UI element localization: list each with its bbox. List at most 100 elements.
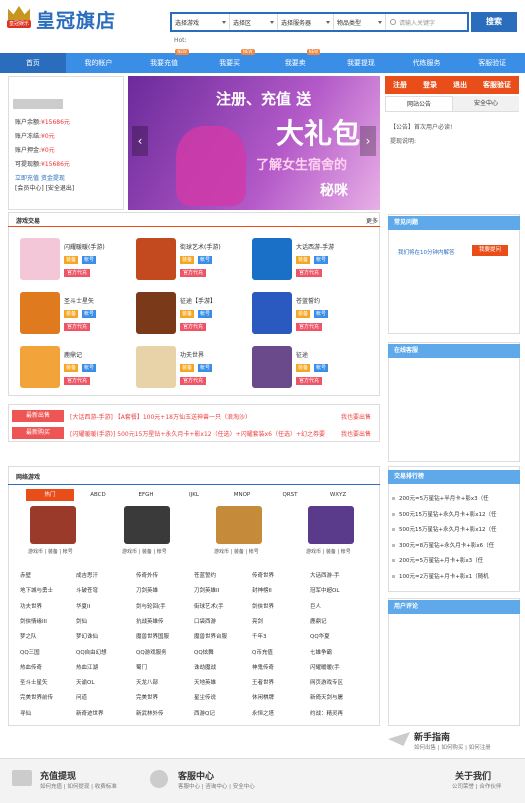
game-name[interactable]: 苍蓝誓约 — [296, 296, 320, 305]
about-links[interactable]: 公司荣誉 | 合作伙伴 — [452, 782, 501, 790]
notice-item[interactable]: 提现说明: — [390, 136, 416, 145]
tag-equipment[interactable]: 装备 — [180, 256, 195, 264]
game-link[interactable]: 鹿鼎记 — [310, 617, 327, 625]
service-links[interactable]: 客服中心 | 咨询中心 | 安全中心 — [178, 782, 255, 790]
game-link[interactable]: 魔兽世界台服 — [194, 632, 227, 640]
game-card[interactable]: 征途【手游】 装备 帐号 官方代充 — [136, 292, 252, 340]
game-link[interactable]: 神鬼传奇 — [252, 663, 274, 671]
tab-hot[interactable]: 热门 — [26, 489, 74, 501]
tab-security[interactable]: 安全中心 — [453, 96, 519, 111]
verify-link[interactable]: 客服验证 — [483, 76, 511, 94]
game-link[interactable]: 天谕OL — [76, 678, 94, 686]
tab-efgh[interactable]: EFGH — [122, 489, 170, 501]
select-game[interactable]: 选择游戏 — [172, 14, 230, 30]
game-link[interactable]: 休闲棋牌 — [252, 693, 274, 701]
official-recharge-tag[interactable]: 官方代充 — [180, 323, 207, 331]
featured-game-cover[interactable] — [124, 506, 170, 544]
search-input[interactable]: 请输入关键字 — [386, 18, 467, 27]
game-link[interactable]: 王者世界 — [252, 678, 274, 686]
ranking-item[interactable]: 200元=5万星钻+半月卡+影x3（任 — [392, 494, 520, 502]
game-card[interactable]: 鹿鼎记 装备 帐号 官方代充 — [20, 346, 136, 394]
banner-prev-button[interactable]: ‹ — [132, 126, 148, 156]
game-name[interactable]: 功夫世界 — [180, 350, 204, 359]
game-link[interactable]: 诛劫魔战 — [194, 663, 216, 671]
tag-account[interactable]: 帐号 — [82, 364, 97, 372]
game-link[interactable]: 网页游戏专区 — [310, 678, 343, 686]
game-link[interactable]: 天地英雄 — [194, 678, 216, 686]
game-link[interactable]: 刀剑英雄 — [136, 586, 158, 594]
game-link[interactable]: 新倚天剑与屠 — [310, 693, 343, 701]
select-server[interactable]: 选择服务器 — [278, 14, 334, 30]
nav-account[interactable]: 我的帐户 — [66, 53, 132, 73]
game-name[interactable]: 闪耀暖暖(手游) — [64, 242, 105, 251]
ranking-item[interactable]: 200元=5万星钻+月卡+影x3（任 — [392, 556, 520, 564]
game-link[interactable]: Q币充值 — [252, 648, 273, 656]
game-link[interactable]: 斗破苍穹 — [76, 586, 98, 594]
game-link[interactable]: 剑侠世界 — [252, 602, 274, 610]
search-button[interactable]: 搜索 — [471, 12, 517, 32]
game-link[interactable]: 问道 — [76, 693, 87, 701]
ranking-item[interactable]: 100元=2万星钻+月卡+影x1（随机 — [392, 572, 520, 580]
tag-equipment[interactable]: 装备 — [296, 310, 311, 318]
tag-account[interactable]: 帐号 — [314, 364, 329, 372]
guide-links[interactable]: 如何出售 | 如何购买 | 如何注册 — [414, 743, 491, 751]
game-link[interactable]: 抗战英雄传 — [136, 617, 164, 625]
nav-sell[interactable]: 我要卖 NEW — [263, 49, 329, 73]
game-link[interactable]: QQ三国 — [20, 648, 40, 656]
tag-account[interactable]: 帐号 — [198, 364, 213, 372]
game-link[interactable]: QQ自由幻想 — [76, 648, 107, 656]
featured-game-cover[interactable] — [216, 506, 262, 544]
ranking-item[interactable]: 500元15万星钻+永久月卡+影x12（任 — [392, 510, 520, 518]
game-link[interactable]: QQ游戏服务 — [136, 648, 167, 656]
game-link[interactable]: 热血传奇 — [20, 663, 42, 671]
game-link[interactable]: 功夫世界 — [20, 602, 42, 610]
game-card[interactable]: 大话西游-手游 装备 帐号 官方代充 — [252, 238, 368, 286]
tag-account[interactable]: 帐号 — [314, 310, 329, 318]
game-link[interactable]: 大话西游-手 — [310, 571, 340, 579]
game-link[interactable]: 完美世界前传 — [20, 693, 53, 701]
game-card[interactable]: 闪耀暖暖(手游) 装备 帐号 官方代充 — [20, 238, 136, 286]
game-link[interactable]: 刀剑英雄II — [194, 586, 219, 594]
game-card[interactable]: 圣斗士星矢 装备 帐号 官方代充 — [20, 292, 136, 340]
game-link[interactable]: 街球艺术(手 — [194, 602, 224, 610]
game-link[interactable]: 剑仙 — [76, 617, 87, 625]
game-link[interactable]: 约战：精灵再 — [310, 709, 343, 717]
tag-equipment[interactable]: 装备 — [296, 364, 311, 372]
game-link[interactable]: QQ华夏 — [310, 632, 330, 640]
official-recharge-tag[interactable]: 官方代充 — [64, 377, 91, 385]
game-link[interactable]: 封神榜II — [252, 586, 272, 594]
game-link[interactable]: 华夏II — [76, 602, 90, 610]
game-link[interactable]: 传奇世界 — [252, 571, 274, 579]
official-recharge-tag[interactable]: 官方代充 — [296, 323, 323, 331]
featured-game-cover[interactable] — [30, 506, 76, 544]
banner-next-button[interactable]: › — [360, 126, 376, 156]
tag-equipment[interactable]: 装备 — [296, 256, 311, 264]
official-recharge-tag[interactable]: 官方代充 — [64, 269, 91, 277]
game-name[interactable]: 鹿鼎记 — [64, 350, 82, 359]
featured-game-caption[interactable]: 游戏币 | 装备 | 帐号 — [306, 548, 351, 555]
tag-equipment[interactable]: 装备 — [64, 364, 79, 372]
tab-qrst[interactable]: QRST — [266, 489, 314, 501]
game-link[interactable]: 梦幻诛仙 — [76, 632, 98, 640]
game-link[interactable]: 传奇外传 — [136, 571, 158, 579]
select-area[interactable]: 选择区 — [230, 14, 278, 30]
game-link[interactable]: 冠军中超OL — [310, 586, 339, 594]
game-card[interactable]: 征途 装备 帐号 官方代充 — [252, 346, 368, 394]
tag-equipment[interactable]: 装备 — [64, 256, 79, 264]
game-link[interactable]: 闪耀暖暖(手 — [310, 663, 340, 671]
featured-game-caption[interactable]: 游戏币 | 装备 | 帐号 — [214, 548, 259, 555]
logout-link[interactable]: 退出 — [453, 76, 467, 94]
game-card[interactable]: 街球艺术(手游) 装备 帐号 官方代充 — [136, 238, 252, 286]
game-link[interactable]: 成吉思汗 — [76, 571, 98, 579]
game-link[interactable]: 亮剑 — [252, 617, 263, 625]
game-link[interactable]: 苍蓝誓约 — [194, 571, 216, 579]
game-name[interactable]: 征途 — [296, 350, 308, 359]
game-link[interactable]: 星尘传说 — [194, 693, 216, 701]
game-link[interactable]: 魔兽世界国服 — [136, 632, 169, 640]
game-link[interactable]: 新武林外传 — [136, 709, 164, 717]
latest-sale-text[interactable]: [大话西游-手游] 【A套餐】100元+18万仙玉送神兽一只（浪淘沙） — [70, 412, 251, 421]
tab-abcd[interactable]: ABCD — [74, 489, 122, 501]
tag-account[interactable]: 帐号 — [198, 310, 213, 318]
game-link[interactable]: 西游Q记 — [194, 709, 215, 717]
sell-too-link[interactable]: 我也要出售 — [341, 429, 371, 438]
